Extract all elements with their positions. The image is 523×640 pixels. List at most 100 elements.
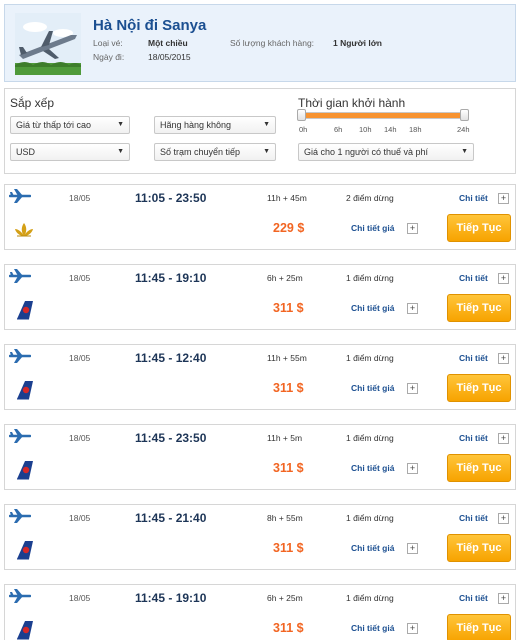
price-detail-link[interactable]: Chi tiết giá [351,623,394,633]
expand-detail-plus-icon[interactable]: + [498,353,509,364]
tail-fin-logo-icon [13,299,35,321]
airplane-icon [9,269,31,283]
currency-select[interactable]: USD ▼ [10,143,130,161]
airplane-icon [9,349,31,363]
slider-handle-start[interactable] [297,109,306,121]
slider-tick: 10h [359,125,372,134]
flight-price: 229 $ [273,221,305,235]
sort-label: Sắp xếp [10,96,55,110]
flight-stops: 1 điểm dừng [346,513,394,523]
currency-select-value: USD [16,147,36,157]
tail-fin-logo-icon [13,539,35,561]
dropdown-arrow-icon: ▼ [117,148,124,155]
flight-price: 311 $ [273,461,304,475]
expand-detail-plus-icon[interactable]: + [498,513,509,524]
dropdown-arrow-icon: ▼ [461,148,468,155]
flight-date: 18/05 [69,273,91,283]
flight-time: 11:45 - 12:40 [135,351,207,365]
airplane-icon [9,429,31,443]
price-detail-link[interactable]: Chi tiết giá [351,463,394,473]
continue-button[interactable]: Tiếp Tục [447,374,511,402]
departure-time-slider[interactable] [299,112,465,119]
flight-date: 18/05 [69,193,91,203]
flight-price: 311 $ [273,301,304,315]
flight-duration: 6h + 25m [267,593,303,603]
continue-button[interactable]: Tiếp Tục [447,454,511,482]
flight-detail-link[interactable]: Chi tiết [459,433,488,443]
flight-detail-link[interactable]: Chi tiết [459,513,488,523]
flight-time: 11:45 - 19:10 [135,591,207,605]
expand-detail-plus-icon[interactable]: + [498,593,509,604]
flight-date: 18/05 [69,513,91,523]
slider-tick: 18h [409,125,422,134]
expand-price-plus-icon[interactable]: + [407,223,418,234]
flight-stops: 1 điểm dừng [346,353,394,363]
flight-detail-link[interactable]: Chi tiết [459,273,488,283]
stops-select-value: Số trạm chuyển tiếp [160,147,241,157]
ticket-type-value: Một chiều [148,38,188,48]
passengers-value: 1 Người lớn [333,38,382,48]
expand-detail-plus-icon[interactable]: + [498,273,509,284]
continue-button[interactable]: Tiếp Tục [447,534,511,562]
flight-time: 11:05 - 23:50 [135,191,207,205]
date-value: 18/05/2015 [148,52,191,62]
flight-time: 11:45 - 21:40 [135,511,207,525]
continue-button[interactable]: Tiếp Tục [447,614,511,640]
flight-detail-link[interactable]: Chi tiết [459,193,488,203]
flight-time: 11:45 - 19:10 [135,271,207,285]
flight-time: 11:45 - 23:50 [135,431,207,445]
departure-time-label: Thời gian khởi hành [298,96,406,110]
flight-row: 18/05 11:05 - 23:50 11h + 45m 2 điểm dừn… [4,184,516,250]
date-label: Ngày đi: [93,52,125,62]
expand-price-plus-icon[interactable]: + [407,543,418,554]
airplane-icon [9,509,31,523]
price-detail-link[interactable]: Chi tiết giá [351,543,394,553]
flight-stops: 1 điểm dừng [346,273,394,283]
flight-price: 311 $ [273,541,304,555]
flight-row: 18/05 11:45 - 21:40 8h + 55m 1 điểm dừng… [4,504,516,570]
expand-price-plus-icon[interactable]: + [407,303,418,314]
flight-stops: 1 điểm dừng [346,593,394,603]
expand-price-plus-icon[interactable]: + [407,623,418,634]
airplane-icon [9,189,31,203]
flight-duration: 6h + 25m [267,273,303,283]
flight-duration: 11h + 5m [267,433,303,443]
airline-select[interactable]: Hãng hàng không ▼ [154,116,276,134]
slider-tick: 14h [384,125,397,134]
slider-handle-end[interactable] [460,109,469,121]
continue-button[interactable]: Tiếp Tục [447,214,511,242]
flight-duration: 11h + 45m [267,193,307,203]
tail-fin-logo-icon [13,379,35,401]
sort-select-value: Giá từ thấp tới cao [16,120,91,130]
price-detail-link[interactable]: Chi tiết giá [351,223,394,233]
flight-detail-link[interactable]: Chi tiết [459,353,488,363]
expand-price-plus-icon[interactable]: + [407,463,418,474]
flight-row: 18/05 11:45 - 12:40 11h + 55m 1 điểm dừn… [4,344,516,410]
dropdown-arrow-icon: ▼ [263,148,270,155]
expand-detail-plus-icon[interactable]: + [498,433,509,444]
flight-row: 18/05 11:45 - 19:10 6h + 25m 1 điểm dừng… [4,584,516,640]
tail-fin-logo-icon [13,619,35,640]
flight-date: 18/05 [69,593,91,603]
expand-price-plus-icon[interactable]: + [407,383,418,394]
continue-button[interactable]: Tiếp Tục [447,294,511,322]
slider-tick: 0h [299,125,308,134]
passengers-label: Số lượng khách hàng: [230,38,315,48]
stops-select[interactable]: Số trạm chuyển tiếp ▼ [154,143,276,161]
price-detail-link[interactable]: Chi tiết giá [351,383,394,393]
flight-duration: 11h + 55m [267,353,307,363]
airline-select-value: Hãng hàng không [160,120,232,130]
flight-stops: 2 điểm dừng [346,193,394,203]
flight-detail-link[interactable]: Chi tiết [459,593,488,603]
price-mode-select[interactable]: Giá cho 1 người có thuế và phí ▼ [298,143,474,161]
sort-select[interactable]: Giá từ thấp tới cao ▼ [10,116,130,134]
flight-duration: 8h + 55m [267,513,303,523]
flight-stops: 1 điểm dừng [346,433,394,443]
dropdown-arrow-icon: ▼ [263,121,270,128]
price-detail-link[interactable]: Chi tiết giá [351,303,394,313]
tail-fin-logo-icon [13,459,35,481]
slider-tick: 6h [334,125,343,134]
expand-detail-plus-icon[interactable]: + [498,193,509,204]
flight-row: 18/05 11:45 - 23:50 11h + 5m 1 điểm dừng… [4,424,516,490]
ticket-type-label: Loại vé: [93,38,123,48]
